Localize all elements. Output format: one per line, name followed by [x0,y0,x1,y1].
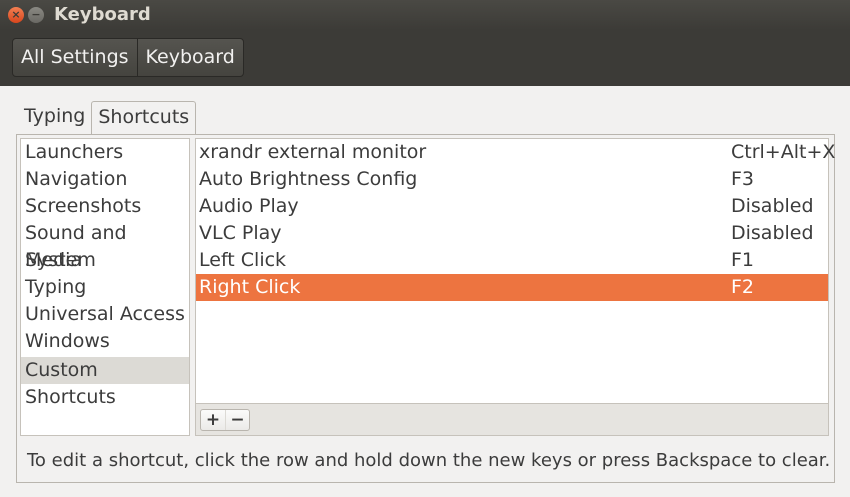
toolbar: All Settings Keyboard [0,30,850,86]
shortcut-row-selected[interactable]: Right Click F2 [196,274,828,301]
shortcut-accel: F3 [731,168,755,190]
category-item[interactable]: Universal Access [21,301,189,328]
tab-typing[interactable]: Typing [18,101,91,133]
window-title: Keyboard [54,4,151,25]
category-item[interactable]: Typing [21,274,189,301]
shortcut-row[interactable]: VLC Play Disabled [196,220,828,247]
edit-hint-text: To edit a shortcut, click the row and ho… [27,450,831,471]
category-list: Launchers Navigation Screenshots Sound a… [20,138,190,436]
title-bar: × − Keyboard [0,0,850,30]
category-item[interactable]: Windows [21,328,189,355]
shortcut-accel: Disabled [731,222,814,244]
category-item[interactable]: Screenshots [21,193,189,220]
category-item[interactable]: Launchers [21,139,189,166]
breadcrumb-all-settings[interactable]: All Settings [13,39,138,76]
remove-shortcut-button[interactable]: − [225,410,249,430]
category-item[interactable]: Navigation [21,166,189,193]
list-toolbar: + − [195,403,829,436]
close-icon[interactable]: × [8,7,24,23]
shortcut-name: VLC Play [199,222,282,244]
shortcut-name: Auto Brightness Config [199,168,418,190]
shortcut-name: Left Click [199,249,287,271]
shortcut-accel: F2 [731,276,755,298]
category-item[interactable]: Sound and Media [21,220,189,271]
shortcut-row[interactable]: Audio Play Disabled [196,193,828,220]
add-remove-group: + − [200,409,250,431]
shortcut-row[interactable]: Left Click F1 [196,247,828,274]
shortcut-accel: Disabled [731,195,814,217]
add-shortcut-button[interactable]: + [201,410,225,430]
category-item[interactable]: System [21,247,189,274]
shortcut-list: xrandr external monitor Ctrl+Alt+X Auto … [195,138,835,403]
shortcut-name: Right Click [199,276,301,298]
minimize-icon[interactable]: − [28,7,44,23]
shortcut-row[interactable]: Auto Brightness Config F3 [196,166,828,193]
shortcut-accel: Ctrl+Alt+X [731,141,836,163]
category-item-selected[interactable]: Custom Shortcuts [21,357,189,408]
breadcrumb: All Settings Keyboard [12,38,244,77]
shortcut-name: Audio Play [199,195,299,217]
breadcrumb-keyboard[interactable]: Keyboard [138,39,243,76]
tab-bar: Typing Shortcuts [18,101,197,135]
shortcut-row[interactable]: xrandr external monitor Ctrl+Alt+X [196,139,835,166]
shortcut-accel: F1 [731,249,755,271]
shortcut-name: xrandr external monitor [199,141,427,163]
tab-shortcuts[interactable]: Shortcuts [91,101,197,135]
